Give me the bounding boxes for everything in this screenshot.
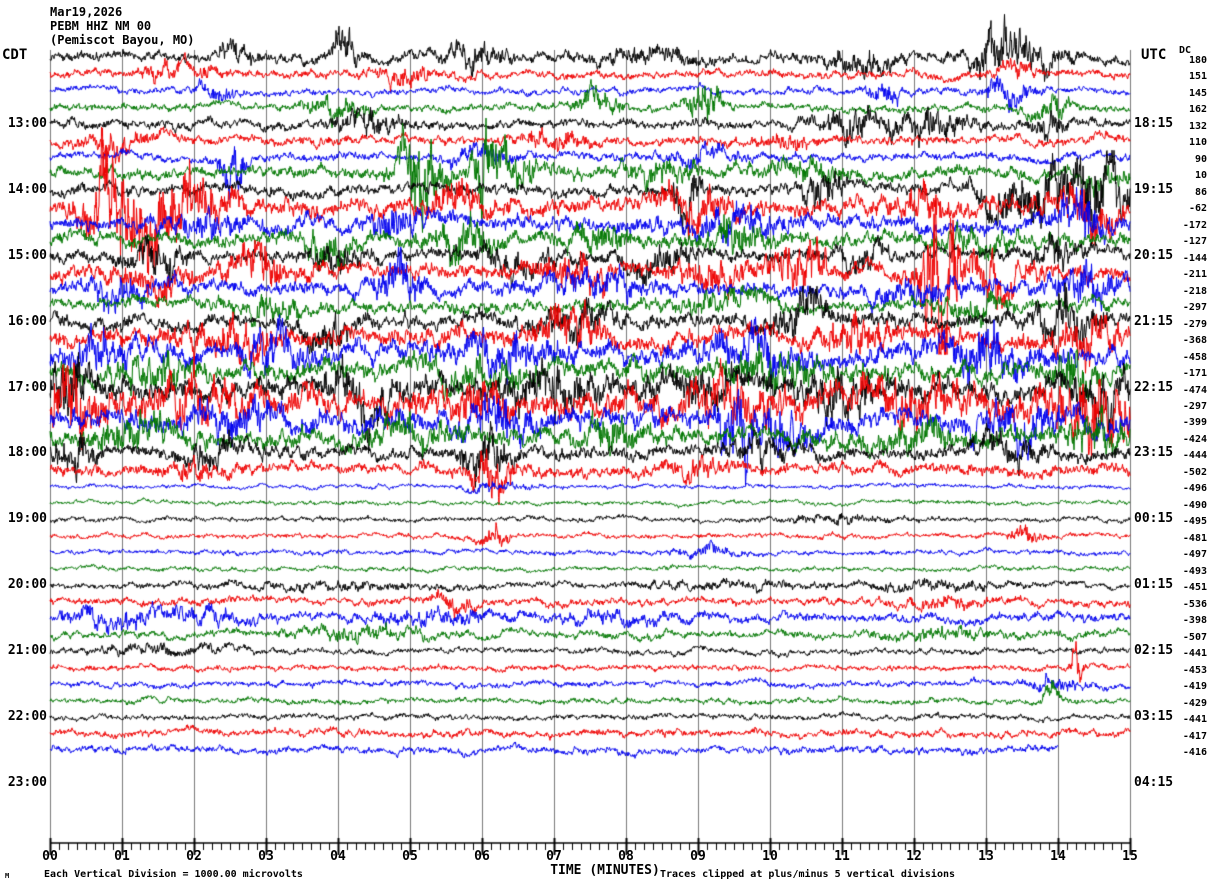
helicorder-app: Mar19,2026 PEBM HHZ NM 00 (Pemiscot Bayo…: [0, 0, 1210, 886]
vertical-division-note: Each Vertical Division = 1000.00 microvo…: [44, 869, 303, 880]
dc-value: -444: [1182, 450, 1207, 462]
dc-value: -218: [1182, 285, 1207, 297]
x-axis-tick-label: 14: [1050, 849, 1066, 864]
x-axis-tick-label: 06: [474, 849, 490, 864]
x-axis-tick-label: 08: [618, 849, 634, 864]
dc-value: -490: [1182, 499, 1207, 511]
cdt-hour-label: 20:00: [7, 577, 47, 593]
dc-value: 110: [1188, 137, 1207, 149]
dc-value: -297: [1182, 400, 1207, 412]
x-axis-tick-label: 12: [906, 849, 922, 864]
x-axis-tick-label: 09: [690, 849, 706, 864]
dc-value: -172: [1182, 219, 1207, 231]
dc-value: -211: [1182, 269, 1207, 281]
x-axis-tick-label: 00: [42, 849, 58, 864]
x-axis-tick-label: 10: [762, 849, 778, 864]
dc-value: -398: [1182, 615, 1207, 627]
x-axis-tick-label: 07: [546, 849, 562, 864]
dc-value: -62: [1188, 203, 1207, 215]
x-axis-tick-label: 13: [978, 849, 994, 864]
dc-value: -441: [1182, 714, 1207, 726]
dc-value: -424: [1182, 433, 1207, 445]
cdt-hour-label: 23:00: [7, 774, 47, 790]
x-axis-tick-label: 02: [186, 849, 202, 864]
dc-value: -481: [1182, 532, 1207, 544]
clip-note: Traces clipped at plus/minus 5 vertical …: [660, 869, 956, 880]
watermark: M: [5, 872, 10, 880]
dc-value: -495: [1182, 516, 1207, 528]
cdt-hour-label: 22:00: [7, 709, 47, 725]
utc-hour-label: 04:15: [1134, 774, 1174, 790]
dc-value: -417: [1182, 730, 1207, 742]
dc-value: -441: [1182, 648, 1207, 660]
dc-value: -451: [1182, 582, 1207, 594]
dc-value: -144: [1182, 252, 1207, 264]
cdt-hour-label: 21:00: [7, 643, 47, 659]
dc-value: 132: [1188, 120, 1207, 132]
dc-value: 151: [1188, 71, 1207, 83]
cdt-hour-label: 13:00: [7, 115, 47, 131]
x-axis-tick-label: 03: [258, 849, 274, 864]
x-axis-tick-label: 05: [402, 849, 418, 864]
cdt-hour-label: 15:00: [7, 247, 47, 263]
x-axis-tick-label: 11: [834, 849, 850, 864]
dc-value: -493: [1182, 565, 1207, 577]
dc-value: -536: [1182, 598, 1207, 610]
dc-value: -507: [1182, 631, 1207, 643]
x-axis-tick-label: 01: [114, 849, 130, 864]
dc-value: -171: [1182, 368, 1207, 380]
dc-value: -474: [1182, 384, 1207, 396]
cdt-hour-label: 17:00: [7, 379, 47, 395]
dc-value: -297: [1182, 302, 1207, 314]
cdt-hour-label: 14:00: [7, 181, 47, 197]
dc-value: -496: [1182, 483, 1207, 495]
dc-value: -368: [1182, 335, 1207, 347]
cdt-hour-label: 18:00: [7, 445, 47, 461]
cdt-hour-label: 19:00: [7, 511, 47, 527]
dc-value: -502: [1182, 466, 1207, 478]
helicorder-traces-canvas: [0, 0, 1210, 886]
dc-value: -453: [1182, 664, 1207, 676]
dc-value: -497: [1182, 549, 1207, 561]
x-axis-tick-label: 15: [1122, 849, 1138, 864]
dc-value: -399: [1182, 417, 1207, 429]
dc-value: -429: [1182, 697, 1207, 709]
dc-value: 145: [1188, 87, 1207, 99]
dc-value: -458: [1182, 351, 1207, 363]
x-axis-tick-label: 04: [330, 849, 346, 864]
dc-value: -416: [1182, 746, 1207, 758]
dc-value: -127: [1182, 236, 1207, 248]
dc-value: -419: [1182, 681, 1207, 693]
dc-value: 180: [1188, 55, 1207, 66]
dc-value: -279: [1182, 318, 1207, 330]
cdt-hour-label: 16:00: [7, 313, 47, 329]
dc-value: 162: [1188, 104, 1207, 116]
dc-value: 90: [1194, 153, 1207, 165]
dc-value: 86: [1194, 186, 1207, 198]
dc-value: 10: [1194, 170, 1207, 182]
